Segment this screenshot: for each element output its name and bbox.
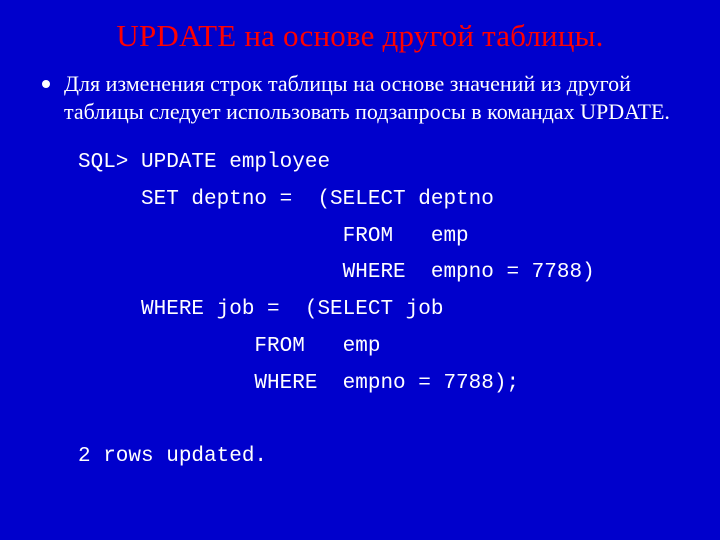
bullet-item: Для изменения строк таблицы на основе зн…: [42, 70, 684, 125]
bullet-text: Для изменения строк таблицы на основе зн…: [64, 70, 684, 125]
bullet-icon: [42, 80, 50, 88]
slide-title: UPDATE на основе другой таблицы.: [36, 18, 684, 54]
code-block: SQL> UPDATE employee SET deptno = (SELEC…: [78, 145, 684, 476]
slide-body: Для изменения строк таблицы на основе зн…: [36, 70, 684, 476]
slide: UPDATE на основе другой таблицы. Для изм…: [0, 0, 720, 540]
